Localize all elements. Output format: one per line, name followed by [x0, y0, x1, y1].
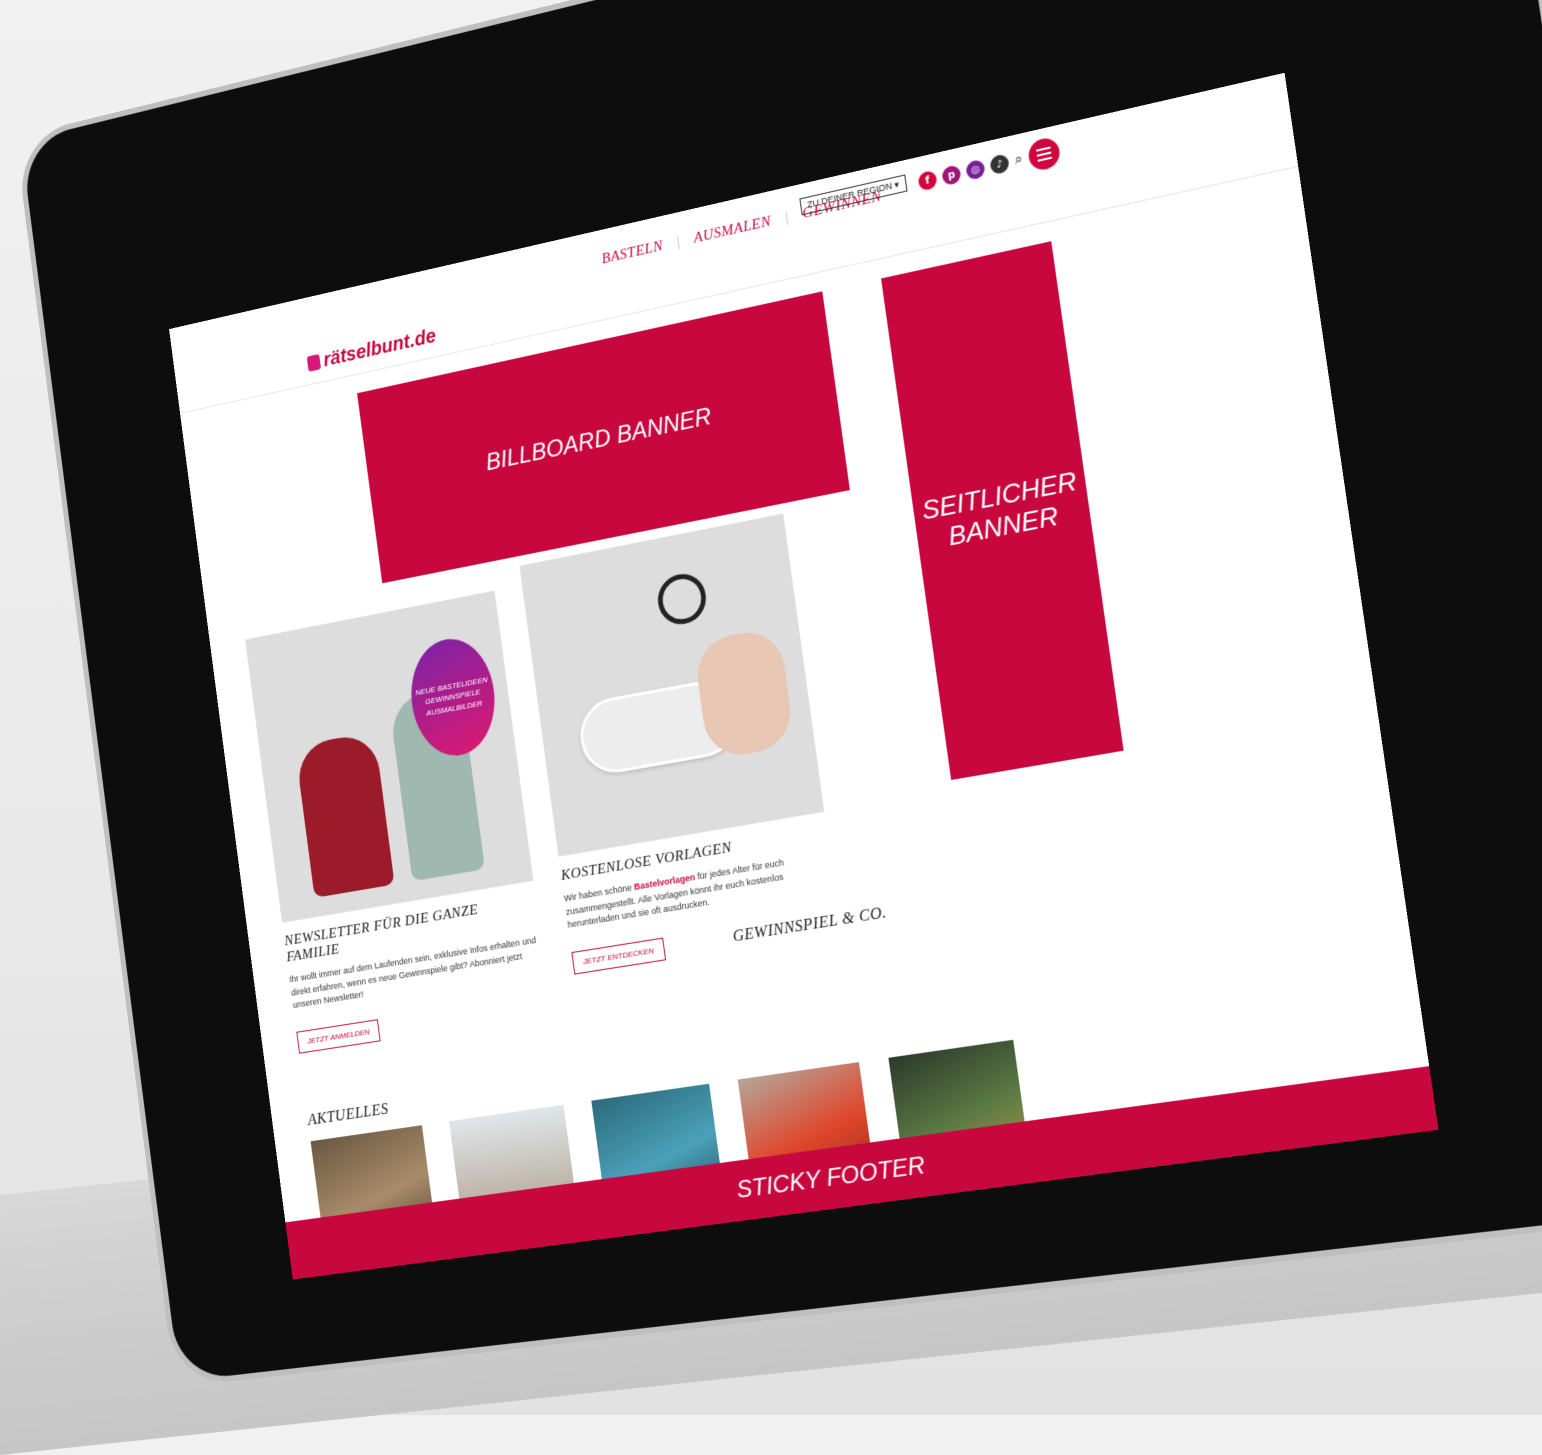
- child-figure: [294, 731, 395, 898]
- logo-text: rätselbunt.de: [322, 325, 438, 372]
- search-icon[interactable]: ⌕: [1014, 151, 1024, 169]
- newsletter-card: NEUE BASTELIDEEN GEWINNSPIELE AUSMALBILD…: [245, 590, 551, 1054]
- site-logo[interactable]: rätselbunt.de: [306, 325, 437, 375]
- instagram-icon[interactable]: ◎: [965, 158, 986, 181]
- newsletter-image[interactable]: NEUE BASTELIDEEN GEWINNSPIELE AUSMALBILD…: [245, 590, 534, 923]
- nav-item-ausmalen[interactable]: AUSMALEN: [693, 213, 773, 247]
- newsletter-signup-button[interactable]: JETZT ANMELDEN: [296, 1018, 381, 1054]
- menu-button[interactable]: [1026, 135, 1062, 173]
- side-banner[interactable]: SEITLICHER BANNER: [881, 241, 1124, 780]
- facebook-icon[interactable]: f: [917, 169, 938, 192]
- pinterest-icon[interactable]: p: [941, 164, 962, 187]
- tiktok-icon[interactable]: ♪: [989, 153, 1010, 176]
- templates-card: KOSTENLOSE VORLAGEN Wir haben schöne Bas…: [519, 513, 841, 975]
- news-section-title: AKTUELLES: [306, 1100, 390, 1129]
- logo-mark-icon: [306, 353, 322, 372]
- nav-separator: |: [675, 234, 682, 251]
- templates-image[interactable]: [519, 513, 825, 857]
- nav-item-basteln[interactable]: BASTELN: [601, 238, 664, 268]
- monitor: rätselbunt.de BASTELN | AUSMALEN | GEWIN…: [0, 0, 1542, 1455]
- templates-discover-button[interactable]: JETZT ENTDECKEN: [571, 937, 666, 975]
- scissors-icon: [654, 569, 710, 629]
- nav-separator: |: [783, 209, 791, 227]
